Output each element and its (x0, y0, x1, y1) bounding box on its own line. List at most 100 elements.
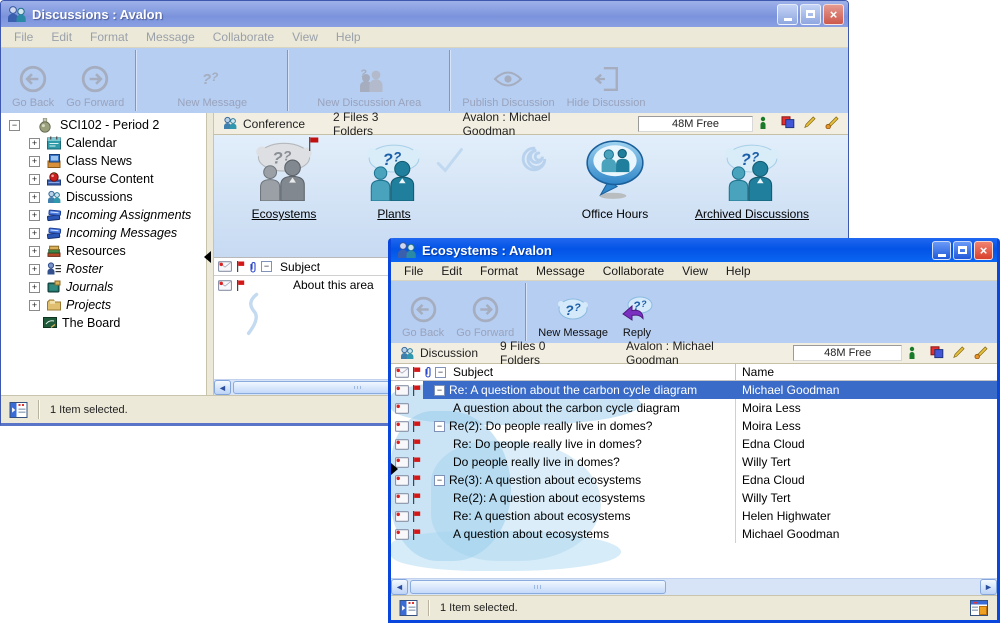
sidebar-item-discussions[interactable]: + Discussions (1, 188, 206, 206)
message-row[interactable]: Re: Do people really live in domes? Edna… (391, 435, 997, 453)
pane-layout-icon[interactable] (399, 600, 418, 616)
menu-message[interactable]: Message (527, 262, 594, 280)
sidebar-item-sci102[interactable]: − SCI102 - Period 2 (1, 116, 206, 134)
new-discussion-area-button[interactable]: ? New Discussion Area (314, 62, 424, 110)
scroll-left-icon[interactable]: ◄ (391, 579, 408, 595)
expand-icon[interactable]: + (29, 300, 40, 311)
menu-help[interactable]: Help (327, 28, 370, 46)
message-row[interactable]: Re(2): A question about ecosystems Willy… (391, 489, 997, 507)
message-row[interactable]: −Re(3): A question about ecosystems Edna… (391, 471, 997, 489)
sidebar-item-roster[interactable]: + Roster (1, 260, 206, 278)
minimize-button[interactable] (932, 241, 951, 260)
office-hours-icon (582, 137, 648, 201)
titlebar-discussions[interactable]: Discussions : Avalon × (1, 1, 848, 27)
pane-splitter[interactable] (206, 113, 214, 395)
menu-edit[interactable]: Edit (432, 262, 471, 280)
person-online-icon[interactable] (908, 346, 923, 361)
message-row[interactable]: Do people really live in domes? Willy Te… (391, 453, 997, 471)
view-grid-icon[interactable] (970, 600, 989, 616)
expand-icon[interactable]: + (29, 246, 40, 257)
sidebar-item-resources[interactable]: + Resources (1, 242, 206, 260)
expand-icon[interactable]: + (29, 282, 40, 293)
pencil-icon[interactable] (952, 346, 967, 361)
scroll-track[interactable] (408, 579, 980, 595)
menu-view[interactable]: View (283, 28, 327, 46)
menu-file[interactable]: File (395, 262, 432, 280)
scroll-left-icon[interactable]: ◄ (214, 380, 231, 395)
expand-icon[interactable]: + (29, 156, 40, 167)
menu-collaborate[interactable]: Collaborate (594, 262, 673, 280)
layers-icon[interactable] (781, 116, 796, 131)
layers-icon[interactable] (930, 346, 945, 361)
pencil-key-icon[interactable] (974, 346, 989, 361)
expand-icon[interactable]: + (29, 210, 40, 221)
pane-layout-icon[interactable] (9, 402, 28, 418)
message-row[interactable]: Re: A question about ecosystems Helen Hi… (391, 507, 997, 525)
minimize-button[interactable] (777, 4, 798, 25)
menu-collaborate[interactable]: Collaborate (204, 28, 283, 46)
menu-format[interactable]: Format (471, 262, 527, 280)
menu-format[interactable]: Format (81, 28, 137, 46)
message-row[interactable]: A question about ecosystems Michael Good… (391, 525, 997, 543)
person-online-icon[interactable] (759, 116, 774, 131)
pencil-key-icon[interactable] (825, 116, 840, 131)
reply-button[interactable]: ?? Reply (617, 292, 657, 340)
close-button[interactable]: × (974, 241, 993, 260)
desktop-item-plants[interactable]: ?? Plants (342, 141, 446, 221)
publish-discussion-button[interactable]: Publish Discussion (459, 62, 557, 110)
message-row[interactable]: A question about the carbon cycle diagra… (391, 399, 997, 417)
collapse-icon[interactable]: − (9, 120, 20, 131)
sidebar-item-projects[interactable]: + Projects (1, 296, 206, 314)
collapse-icon[interactable]: − (434, 385, 445, 396)
subject-column-header[interactable]: Subject (449, 365, 493, 379)
subject-column-header[interactable]: Subject (276, 260, 320, 274)
menu-message[interactable]: Message (137, 28, 204, 46)
go-forward-button[interactable]: Go Forward (453, 292, 517, 340)
message-row[interactable]: −Re(2): Do people really live in domes? … (391, 417, 997, 435)
titlebar-ecosystems[interactable]: Ecosystems : Avalon × (391, 238, 997, 262)
scroll-thumb[interactable] (410, 580, 666, 594)
splitter-arrow-icon[interactable] (391, 463, 398, 475)
desktop-item-office-hours[interactable]: Office Hours (552, 137, 678, 221)
maximize-button[interactable] (953, 241, 972, 260)
desktop-item-archived-discussions[interactable]: ?? Archived Discussions (682, 141, 822, 221)
sidebar-item-incoming-assignments[interactable]: + Incoming Assignments (1, 206, 206, 224)
splitter-collapse-arrow-icon[interactable] (204, 251, 211, 263)
go-back-button[interactable]: Go Back (399, 292, 447, 340)
sidebar-item-calendar[interactable]: + Calendar (1, 134, 206, 152)
sidebar-item-incoming-messages[interactable]: + Incoming Messages (1, 224, 206, 242)
go-back-button[interactable]: Go Back (9, 62, 57, 110)
pencil-icon[interactable] (803, 116, 818, 131)
horizontal-scrollbar[interactable]: ◄ ► (391, 578, 997, 595)
expand-icon[interactable]: + (29, 174, 40, 185)
menu-file[interactable]: File (5, 28, 42, 46)
go-forward-button[interactable]: Go Forward (63, 62, 127, 110)
roster-icon (46, 261, 63, 277)
collapse-all-icon[interactable]: − (261, 261, 272, 272)
new-message-button[interactable]: ?? New Message (535, 292, 611, 340)
collapse-all-icon[interactable]: − (435, 367, 446, 378)
menu-view[interactable]: View (673, 262, 717, 280)
expand-icon[interactable]: + (29, 138, 40, 149)
message-row[interactable]: −Re: A question about the carbon cycle d… (391, 381, 997, 399)
expand-icon[interactable]: + (29, 228, 40, 239)
close-button[interactable]: × (823, 4, 844, 25)
name-column-header[interactable]: Name (735, 364, 997, 380)
sidebar-item-course-content[interactable]: + Course Content (1, 170, 206, 188)
expand-icon[interactable]: + (29, 264, 40, 275)
sidebar-item-journals[interactable]: + Journals (1, 278, 206, 296)
sidebar-item-class-news[interactable]: + Class News (1, 152, 206, 170)
desktop-item-ecosystems[interactable]: ?? Ecosystems (232, 139, 336, 221)
column-header[interactable]: − Subject Name (391, 364, 997, 381)
maximize-button[interactable] (800, 4, 821, 25)
scroll-right-icon[interactable]: ► (980, 579, 997, 595)
hide-discussion-button[interactable]: Hide Discussion (564, 62, 649, 110)
menu-edit[interactable]: Edit (42, 28, 81, 46)
menu-help[interactable]: Help (717, 262, 760, 280)
flag-icon (412, 439, 421, 450)
new-message-button[interactable]: ?? New Message (174, 62, 250, 110)
sidebar-item-the-board[interactable]: The Board (1, 314, 206, 332)
collapse-icon[interactable]: − (434, 475, 445, 486)
collapse-icon[interactable]: − (434, 421, 445, 432)
expand-icon[interactable]: + (29, 192, 40, 203)
